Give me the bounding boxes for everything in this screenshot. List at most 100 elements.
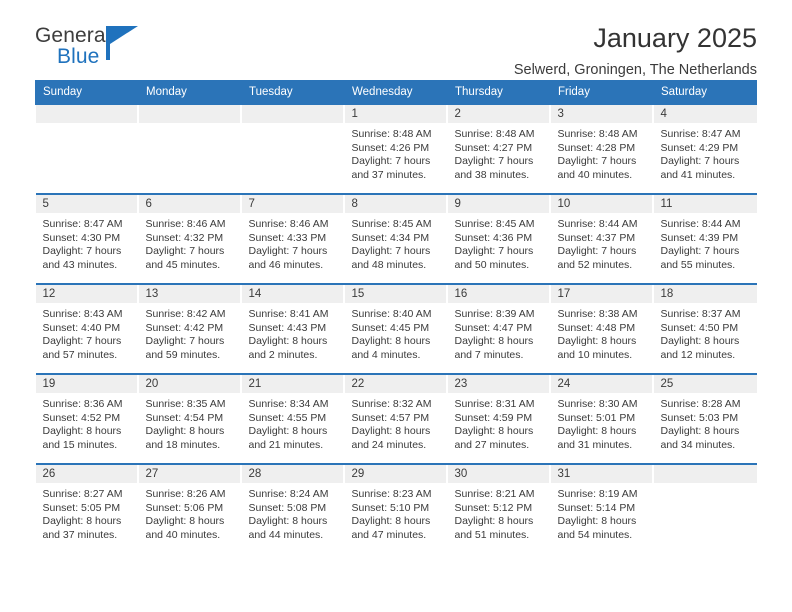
day-details [654, 483, 757, 488]
calendar-day-cell[interactable]: 3 Sunrise: 8:48 AM Sunset: 4:28 PM Daylight… [550, 103, 654, 194]
calendar-day-cell[interactable]: 20 Sunrise: 8:35 AM Sunset: 4:54 PM Dayligh… [138, 373, 242, 464]
sunset-time: Sunset: 4:27 PM [454, 141, 533, 154]
calendar-day-cell[interactable]: 9 Sunrise: 8:45 AM Sunset: 4:36 PM Daylight… [447, 193, 551, 284]
calendar-day-cell[interactable]: 30 Sunrise: 8:21 AM Sunset: 5:12 PM Dayligh… [447, 463, 551, 554]
calendar-day-cell[interactable]: 27 Sunrise: 8:26 AM Sunset: 5:06 PM Dayligh… [138, 463, 242, 554]
calendar-day-cell[interactable]: 14 Sunrise: 8:41 AM Sunset: 4:43 PM Dayligh… [241, 283, 345, 374]
sunrise-time: Sunrise: 8:23 AM [351, 488, 432, 500]
calendar-day-cell[interactable]: 22 Sunrise: 8:32 AM Sunset: 4:57 PM Dayligh… [344, 373, 448, 464]
calendar-day-cell[interactable]: 12 Sunrise: 8:43 AM Sunset: 4:40 PM Dayligh… [35, 283, 139, 374]
calendar-day-cell-empty [653, 463, 757, 554]
weekday-header: Sunday Monday Tuesday Wednesday Thursday Frid… [35, 80, 757, 105]
daylight-duration-line2: and 34 minutes. [660, 438, 736, 451]
daylight-duration-line1: Daylight: 8 hours [248, 515, 328, 528]
calendar-day-cell[interactable]: 25 Sunrise: 8:28 AM Sunset: 5:03 PM Dayligh… [653, 373, 757, 464]
day-number: 27 [138, 465, 242, 483]
general-blue-logo: General Blue [35, 25, 138, 67]
calendar-day-cell[interactable]: 26 Sunrise: 8:27 AM Sunset: 5:05 PM Dayligh… [35, 463, 139, 554]
weekday-header-sunday: Sunday [35, 80, 139, 105]
sunset-time: Sunset: 5:08 PM [248, 501, 327, 514]
daylight-duration-line2: and 38 minutes. [454, 168, 530, 181]
calendar-day-cell[interactable]: 5 Sunrise: 8:47 AM Sunset: 4:30 PM Daylight… [35, 193, 139, 284]
daylight-duration-line2: and 59 minutes. [145, 348, 221, 361]
calendar-day-cell[interactable]: 21 Sunrise: 8:34 AM Sunset: 4:55 PM Dayligh… [241, 373, 345, 464]
sunset-time: Sunset: 4:59 PM [454, 411, 533, 424]
daylight-duration-line1: Daylight: 8 hours [248, 425, 328, 438]
calendar-day-cell[interactable]: 23 Sunrise: 8:31 AM Sunset: 4:59 PM Dayligh… [447, 373, 551, 464]
calendar-day-cell[interactable]: 1 Sunrise: 8:48 AM Sunset: 4:26 PM Daylight… [344, 103, 448, 194]
calendar-day-cell[interactable]: 18 Sunrise: 8:37 AM Sunset: 4:50 PM Dayligh… [653, 283, 757, 374]
calendar-day-cell[interactable]: 4 Sunrise: 8:47 AM Sunset: 4:29 PM Daylight… [653, 103, 757, 194]
sunset-time: Sunset: 4:55 PM [248, 411, 327, 424]
day-number [35, 105, 139, 123]
page-title: January 2025 [593, 23, 757, 53]
day-number: 7 [241, 195, 345, 213]
daylight-duration-line2: and 7 minutes. [454, 348, 524, 361]
sunset-time: Sunset: 4:30 PM [42, 231, 121, 244]
calendar-day-cell[interactable]: 19 Sunrise: 8:36 AM Sunset: 4:52 PM Dayligh… [35, 373, 139, 464]
day-number: 9 [447, 195, 551, 213]
day-number [241, 105, 345, 123]
calendar-page: General Blue January 2025 Selwerd, Groni… [0, 0, 792, 612]
sunrise-time: Sunrise: 8:46 AM [248, 218, 329, 230]
calendar-day-cell[interactable]: 28 Sunrise: 8:24 AM Sunset: 5:08 PM Dayligh… [241, 463, 345, 554]
day-details: Sunrise: 8:27 AM Sunset: 5:05 PM Daylight:… [36, 483, 139, 542]
daylight-duration-line1: Daylight: 7 hours [351, 245, 431, 258]
day-details: Sunrise: 8:31 AM Sunset: 4:59 PM Daylight:… [448, 393, 551, 452]
calendar-day-cell[interactable]: 15 Sunrise: 8:40 AM Sunset: 4:45 PM Dayligh… [344, 283, 448, 374]
daylight-duration-line2: and 40 minutes. [557, 168, 633, 181]
day-number: 17 [550, 285, 654, 303]
day-number: 29 [344, 465, 448, 483]
calendar-day-cell[interactable]: 24 Sunrise: 8:30 AM Sunset: 5:01 PM Dayligh… [550, 373, 654, 464]
calendar-week-row: 5 Sunrise: 8:47 AM Sunset: 4:30 PM Daylight… [35, 193, 757, 284]
daylight-duration-line1: Daylight: 8 hours [660, 425, 740, 438]
calendar-day-cell[interactable]: 13 Sunrise: 8:42 AM Sunset: 4:42 PM Dayligh… [138, 283, 242, 374]
daylight-duration-line1: Daylight: 8 hours [454, 425, 534, 438]
weekday-header-saturday: Saturday [653, 80, 757, 105]
calendar-day-cell[interactable]: 16 Sunrise: 8:39 AM Sunset: 4:47 PM Dayligh… [447, 283, 551, 374]
daylight-duration-line2: and 54 minutes. [557, 528, 633, 541]
sunset-time: Sunset: 4:36 PM [454, 231, 533, 244]
calendar-day-cell[interactable]: 8 Sunrise: 8:45 AM Sunset: 4:34 PM Daylight… [344, 193, 448, 284]
day-details: Sunrise: 8:24 AM Sunset: 5:08 PM Daylight:… [242, 483, 345, 542]
daylight-duration-line2: and 52 minutes. [557, 258, 633, 271]
sunrise-time: Sunrise: 8:30 AM [557, 398, 638, 410]
sunset-time: Sunset: 4:57 PM [351, 411, 430, 424]
daylight-duration-line2: and 2 minutes. [248, 348, 318, 361]
sunset-time: Sunset: 5:05 PM [42, 501, 121, 514]
weekday-header-wednesday: Wednesday [344, 80, 448, 105]
daylight-duration-line1: Daylight: 7 hours [42, 335, 122, 348]
daylight-duration-line2: and 37 minutes. [42, 528, 118, 541]
sunrise-time: Sunrise: 8:45 AM [351, 218, 432, 230]
daylight-duration-line1: Daylight: 8 hours [557, 515, 637, 528]
day-number: 2 [447, 105, 551, 123]
daylight-duration-line1: Daylight: 8 hours [42, 515, 122, 528]
sunrise-time: Sunrise: 8:47 AM [42, 218, 123, 230]
calendar-day-cell[interactable]: 31 Sunrise: 8:19 AM Sunset: 5:14 PM Dayligh… [550, 463, 654, 554]
day-details: Sunrise: 8:30 AM Sunset: 5:01 PM Daylight:… [551, 393, 654, 452]
daylight-duration-line2: and 55 minutes. [660, 258, 736, 271]
daylight-duration-line1: Daylight: 8 hours [351, 335, 431, 348]
calendar-day-cell[interactable]: 29 Sunrise: 8:23 AM Sunset: 5:10 PM Dayligh… [344, 463, 448, 554]
calendar-body: 1 Sunrise: 8:48 AM Sunset: 4:26 PM Daylight… [35, 103, 757, 554]
calendar-day-cell[interactable]: 7 Sunrise: 8:46 AM Sunset: 4:33 PM Daylight… [241, 193, 345, 284]
daylight-duration-line2: and 10 minutes. [557, 348, 633, 361]
day-number: 4 [653, 105, 757, 123]
calendar-day-cell-empty [241, 103, 345, 194]
sunset-time: Sunset: 4:37 PM [557, 231, 636, 244]
calendar-day-cell[interactable]: 6 Sunrise: 8:46 AM Sunset: 4:32 PM Daylight… [138, 193, 242, 284]
daylight-duration-line2: and 21 minutes. [248, 438, 324, 451]
calendar-day-cell[interactable]: 10 Sunrise: 8:44 AM Sunset: 4:37 PM Dayligh… [550, 193, 654, 284]
day-details: Sunrise: 8:19 AM Sunset: 5:14 PM Daylight:… [551, 483, 654, 542]
calendar-day-cell[interactable]: 11 Sunrise: 8:44 AM Sunset: 4:39 PM Dayligh… [653, 193, 757, 284]
calendar-day-cell[interactable]: 2 Sunrise: 8:48 AM Sunset: 4:27 PM Daylight… [447, 103, 551, 194]
logo-flag-icon [106, 26, 138, 60]
sunset-time: Sunset: 4:34 PM [351, 231, 430, 244]
sunrise-time: Sunrise: 8:38 AM [557, 308, 638, 320]
day-number: 20 [138, 375, 242, 393]
calendar-day-cell[interactable]: 17 Sunrise: 8:38 AM Sunset: 4:48 PM Dayligh… [550, 283, 654, 374]
sunset-time: Sunset: 4:52 PM [42, 411, 121, 424]
day-details: Sunrise: 8:48 AM Sunset: 4:27 PM Daylight:… [448, 123, 551, 182]
day-number [138, 105, 242, 123]
day-details: Sunrise: 8:40 AM Sunset: 4:45 PM Daylight:… [345, 303, 448, 362]
